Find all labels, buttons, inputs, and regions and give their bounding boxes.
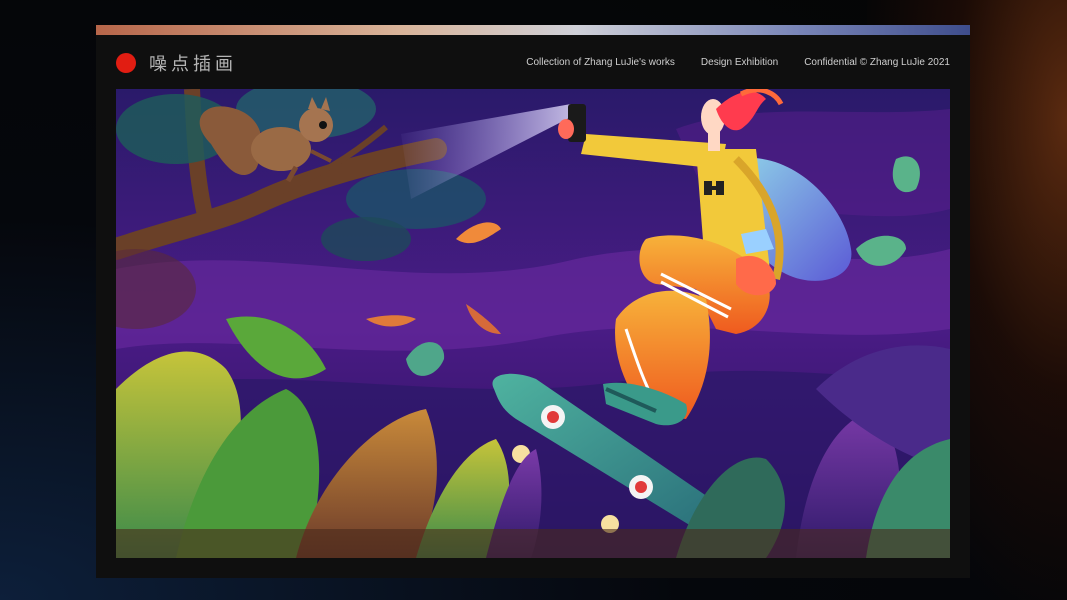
nav-item-collection[interactable]: Collection of Zhang LuJie's works: [526, 57, 675, 68]
brand-title: 噪点插画: [149, 54, 237, 75]
nav-item-copyright: Confidential © Zhang LuJie 2021: [804, 57, 950, 68]
exhibition-frame: 噪点插画 Collection of Zhang LuJie's works D…: [96, 25, 970, 578]
header-bar: 噪点插画 Collection of Zhang LuJie's works D…: [96, 35, 970, 89]
gradient-top-bar: [96, 25, 970, 35]
nav-item-design-exhibition[interactable]: Design Exhibition: [701, 57, 778, 68]
header-nav: Collection of Zhang LuJie's works Design…: [500, 57, 950, 68]
illustration-svg: [116, 89, 950, 558]
brand-dot-icon: [116, 53, 136, 73]
illustration-canvas: [116, 89, 950, 558]
